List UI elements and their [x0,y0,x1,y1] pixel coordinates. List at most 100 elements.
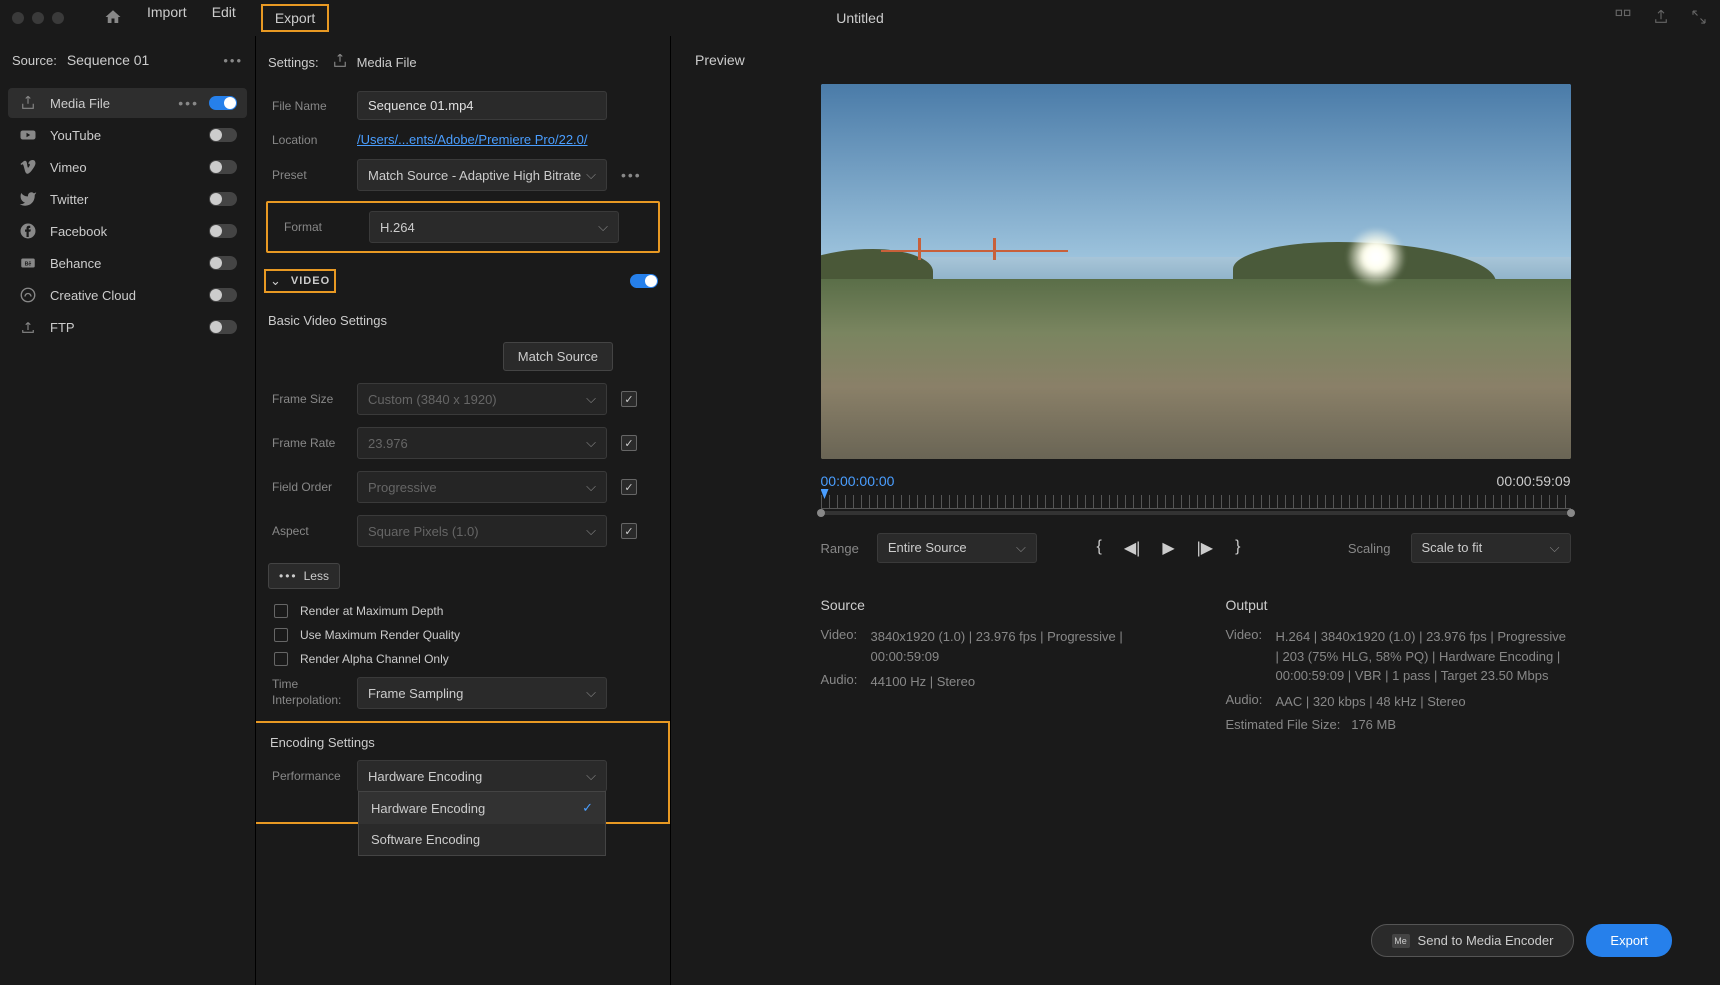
max-depth-checkbox[interactable] [274,604,288,618]
scaling-label: Scaling [1348,541,1391,556]
media-file-icon [18,93,38,113]
sidebar-item-twitter[interactable]: Twitter [8,184,247,214]
performance-label: Performance [272,769,357,783]
workspace-icon[interactable] [1614,8,1632,29]
twitter-icon [18,189,38,209]
fullscreen-icon[interactable] [1690,8,1708,29]
dest-toggle-twitter[interactable] [209,192,237,206]
timecode-start[interactable]: 00:00:00:00 [821,473,895,489]
preview-video-frame[interactable] [821,84,1571,459]
behance-icon: Bē [18,253,38,273]
dest-toggle-creative-cloud[interactable] [209,288,237,302]
chevron-down-icon: ⌵ [586,685,596,701]
range-select[interactable]: Entire Source ⌵ [877,533,1037,563]
home-button[interactable] [104,8,122,29]
source-label: Source: [12,53,57,68]
dropdown-item-hardware[interactable]: Hardware Encoding ✓ [359,792,605,824]
dest-label: Facebook [50,224,209,239]
menu-import[interactable]: Import [147,4,187,32]
video-section-title[interactable]: VIDEO [291,275,330,287]
aspect-select[interactable]: Square Pixels (1.0)⌵ [357,515,607,547]
mark-out-button[interactable]: } [1235,538,1240,558]
chevron-down-icon: ⌵ [586,435,596,451]
play-button[interactable]: ▶ [1162,538,1174,558]
sidebar-item-behance[interactable]: Bē Behance [8,248,247,278]
fieldorder-label: Field Order [272,480,357,494]
source-options-button[interactable]: ••• [223,53,243,68]
scaling-select[interactable]: Scale to fit ⌵ [1411,533,1571,563]
menu-edit[interactable]: Edit [212,4,236,32]
check-icon: ✓ [582,800,593,816]
sidebar-item-ftp[interactable]: FTP [8,312,247,342]
framesize-select[interactable]: Custom (3840 x 1920)⌵ [357,383,607,415]
fieldorder-select[interactable]: Progressive⌵ [357,471,607,503]
filename-input[interactable] [357,91,607,120]
framerate-match-checkbox[interactable] [621,435,637,451]
timecode-end: 00:00:59:09 [1497,473,1571,489]
performance-select[interactable]: Hardware Encoding ⌵ Hardware Encoding ✓ … [357,760,607,792]
document-title: Untitled [836,10,883,26]
framerate-label: Frame Rate [272,436,357,450]
framerate-select[interactable]: 23.976⌵ [357,427,607,459]
match-source-button[interactable]: Match Source [503,342,613,371]
dest-label: Creative Cloud [50,288,209,303]
mark-in-button[interactable]: { [1097,538,1102,558]
dest-toggle-youtube[interactable] [209,128,237,142]
sidebar-item-media-file[interactable]: Media File ••• [8,88,247,118]
video-toggle[interactable] [630,274,658,288]
out-point-handle[interactable] [1567,509,1575,517]
send-to-encoder-button[interactable]: Me Send to Media Encoder [1371,924,1575,957]
step-back-button[interactable]: ◀| [1124,538,1140,558]
framesize-match-checkbox[interactable] [621,391,637,407]
vimeo-icon [18,157,38,177]
step-forward-button[interactable]: |▶ [1197,538,1213,558]
filename-label: File Name [272,99,357,113]
menu-export[interactable]: Export [261,4,329,32]
output-audio-label: Audio: [1226,692,1276,712]
minimize-window[interactable] [32,12,44,24]
window-controls[interactable] [12,12,64,24]
dest-options-button[interactable]: ••• [178,95,199,111]
encoding-settings-title: Encoding Settings [262,731,662,760]
media-encoder-icon: Me [1392,934,1410,948]
max-quality-label: Use Maximum Render Quality [300,628,460,642]
export-icon [331,52,349,73]
preset-select[interactable]: Match Source - Adaptive High Bitrate ⌵ [357,159,607,191]
chevron-down-icon: ⌵ [586,391,596,407]
sidebar-item-facebook[interactable]: Facebook [8,216,247,246]
framesize-label: Frame Size [272,392,357,406]
less-button[interactable]: •••Less [268,563,340,589]
dest-toggle-facebook[interactable] [209,224,237,238]
chevron-down-icon: ⌵ [598,219,608,235]
preset-options-button[interactable]: ••• [621,167,642,183]
source-name: Sequence 01 [67,52,150,68]
dest-toggle-media-file[interactable] [209,96,237,110]
timeline[interactable] [821,495,1571,519]
share-icon[interactable] [1652,8,1670,29]
dest-toggle-vimeo[interactable] [209,160,237,174]
sidebar-item-creative-cloud[interactable]: Creative Cloud [8,280,247,310]
in-point-handle[interactable] [817,509,825,517]
chevron-down-icon[interactable]: ⌄ [270,273,281,289]
basic-video-settings-title: Basic Video Settings [256,305,670,336]
maximize-window[interactable] [52,12,64,24]
sidebar-item-vimeo[interactable]: Vimeo [8,152,247,182]
format-label: Format [284,220,369,234]
output-video-label: Video: [1226,627,1276,686]
dest-toggle-behance[interactable] [209,256,237,270]
aspect-match-checkbox[interactable] [621,523,637,539]
format-select[interactable]: H.264 ⌵ [369,211,619,243]
max-quality-checkbox[interactable] [274,628,288,642]
dest-label: Vimeo [50,160,209,175]
chevron-down-icon: ⌵ [586,167,596,183]
fieldorder-match-checkbox[interactable] [621,479,637,495]
location-link[interactable]: /Users/...ents/Adobe/Premiere Pro/22.0/ [357,132,588,147]
time-interp-select[interactable]: Frame Sampling⌵ [357,677,607,709]
alpha-only-checkbox[interactable] [274,652,288,666]
sidebar-item-youtube[interactable]: YouTube [8,120,247,150]
close-window[interactable] [12,12,24,24]
dest-label: Twitter [50,192,209,207]
export-button[interactable]: Export [1586,924,1672,957]
dest-toggle-ftp[interactable] [209,320,237,334]
dropdown-item-software[interactable]: Software Encoding [359,824,605,855]
